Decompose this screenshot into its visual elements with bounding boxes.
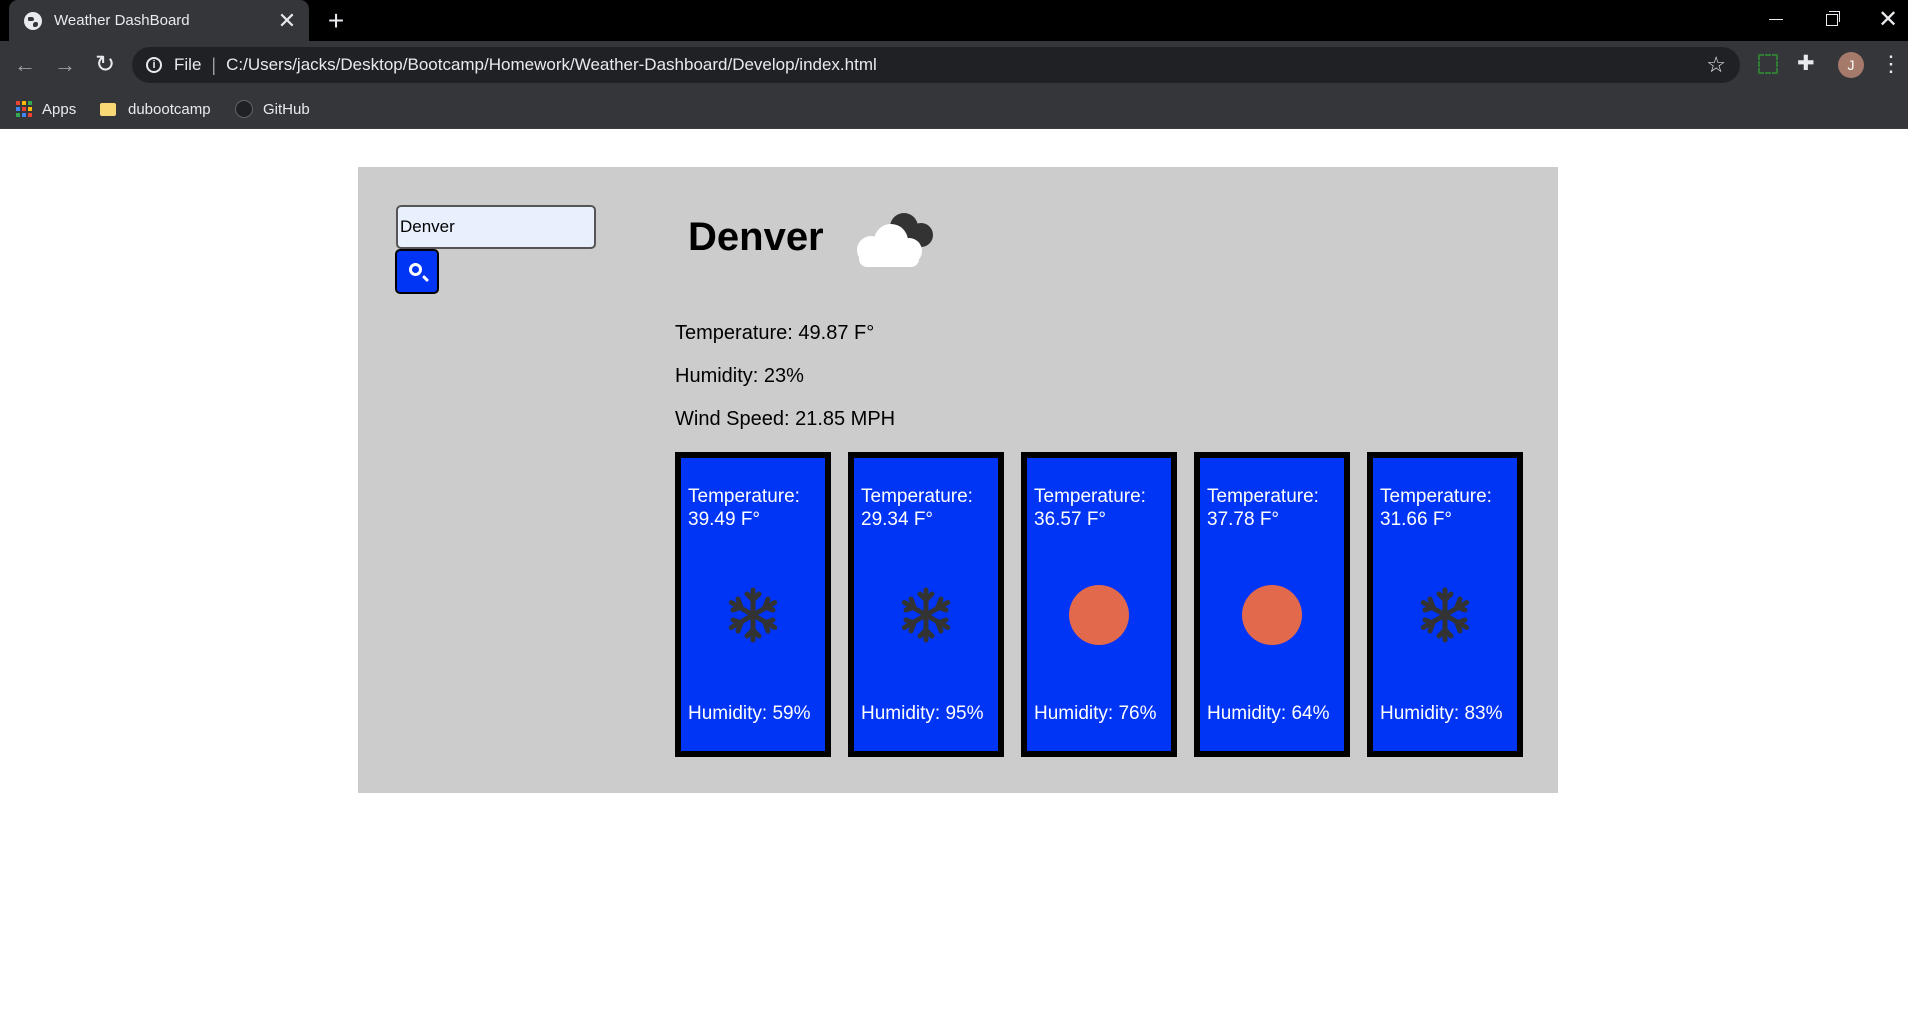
bookmark-label: Apps bbox=[42, 100, 77, 118]
browser-titlebar: Weather DashBoard ✕ + ✕ bbox=[0, 0, 1908, 41]
search-button[interactable] bbox=[395, 249, 439, 294]
search-icon bbox=[409, 263, 422, 276]
city-search-input[interactable] bbox=[396, 205, 596, 249]
browser-tab[interactable]: Weather DashBoard ✕ bbox=[9, 0, 309, 41]
sun-icon bbox=[1242, 585, 1302, 645]
url-text[interactable]: C:/Users/jacks/Desktop/Bootcamp/Homework… bbox=[226, 55, 1706, 75]
forecast-temperature: Temperature: 29.34 F° bbox=[861, 486, 973, 530]
new-tab-button[interactable]: + bbox=[321, 6, 351, 36]
browser-menu-icon[interactable]: ⋮ bbox=[1880, 51, 1902, 77]
bookmark-dubootcamp[interactable]: dubootcamp bbox=[100, 96, 211, 122]
bookmark-label: dubootcamp bbox=[128, 100, 211, 118]
cloud-icon bbox=[857, 213, 933, 267]
snowflake-icon bbox=[896, 585, 956, 645]
forecast-temperature: Temperature: 39.49 F° bbox=[688, 486, 800, 530]
github-icon bbox=[235, 100, 253, 118]
browser-toolbar: ← → ↻ i File | C:/Users/jacks/Desktop/Bo… bbox=[0, 41, 1908, 89]
bookmark-apps[interactable]: Apps bbox=[16, 96, 76, 122]
forecast-humidity: Humidity: 64% bbox=[1207, 703, 1330, 724]
reload-icon[interactable]: ↻ bbox=[88, 48, 122, 82]
globe-icon bbox=[24, 11, 42, 30]
forecast-temperature: Temperature: 31.66 F° bbox=[1380, 486, 1492, 530]
minimize-icon bbox=[1769, 19, 1783, 20]
tab-close-icon[interactable]: ✕ bbox=[273, 8, 301, 34]
forecast-humidity: Humidity: 76% bbox=[1034, 703, 1157, 724]
forecast-card: Temperature: 31.66 F° Humidity: 83% bbox=[1367, 452, 1523, 757]
extensions-puzzle-icon[interactable]: ✚ bbox=[1797, 51, 1815, 76]
forecast-humidity: Humidity: 95% bbox=[861, 703, 984, 724]
current-humidity: Humidity: 23% bbox=[675, 365, 804, 387]
bookmark-github[interactable]: GitHub bbox=[235, 96, 310, 122]
forecast-card: Temperature: 36.57 F° Humidity: 76% bbox=[1021, 452, 1177, 757]
profile-avatar[interactable]: J bbox=[1838, 52, 1864, 78]
bookmark-star-icon[interactable]: ☆ bbox=[1706, 52, 1726, 78]
bookmark-label: GitHub bbox=[263, 100, 310, 118]
restore-icon bbox=[1826, 11, 1840, 26]
url-scheme-label: File bbox=[174, 55, 202, 74]
forward-arrow-icon[interactable]: → bbox=[48, 48, 82, 82]
city-name-heading: Denver bbox=[688, 215, 824, 259]
forecast-card: Temperature: 29.34 F° Humidity: 95% bbox=[848, 452, 1004, 757]
url-separator: | bbox=[211, 54, 217, 75]
screen-capture-extension-icon[interactable] bbox=[1758, 54, 1778, 74]
info-icon[interactable]: i bbox=[146, 57, 162, 73]
forecast-temperature: Temperature: 36.57 F° bbox=[1034, 486, 1146, 530]
address-bar[interactable]: i File | C:/Users/jacks/Desktop/Bootcamp… bbox=[132, 47, 1740, 83]
forecast-card: Temperature: 39.49 F° Humidity: 59% bbox=[675, 452, 831, 757]
current-temperature: Temperature: 49.87 F° bbox=[675, 322, 875, 344]
minimize-window-button[interactable] bbox=[1756, 5, 1796, 35]
snowflake-icon bbox=[1415, 585, 1475, 645]
back-arrow-icon[interactable]: ← bbox=[8, 48, 42, 82]
current-wind-speed: Wind Speed: 21.85 MPH bbox=[675, 408, 896, 430]
forecast-humidity: Humidity: 83% bbox=[1380, 703, 1503, 724]
folder-icon bbox=[100, 102, 116, 116]
forecast-cards: Temperature: 39.49 F° Humidity: 59% Temp… bbox=[675, 452, 1523, 757]
tab-title: Weather DashBoard bbox=[54, 12, 190, 29]
sun-icon bbox=[1069, 585, 1129, 645]
snowflake-icon bbox=[723, 585, 783, 645]
bookmarks-bar: Apps dubootcamp GitHub bbox=[0, 89, 1908, 129]
forecast-humidity: Humidity: 59% bbox=[688, 703, 811, 724]
forecast-temperature: Temperature: 37.78 F° bbox=[1207, 486, 1319, 530]
weather-dashboard-panel: Denver Temperature: 49.87 F° Humidity: 2… bbox=[358, 167, 1558, 793]
forecast-card: Temperature: 37.78 F° Humidity: 64% bbox=[1194, 452, 1350, 757]
restore-window-button[interactable] bbox=[1812, 5, 1852, 35]
apps-grid-icon bbox=[16, 101, 32, 117]
close-window-button[interactable]: ✕ bbox=[1868, 5, 1908, 35]
